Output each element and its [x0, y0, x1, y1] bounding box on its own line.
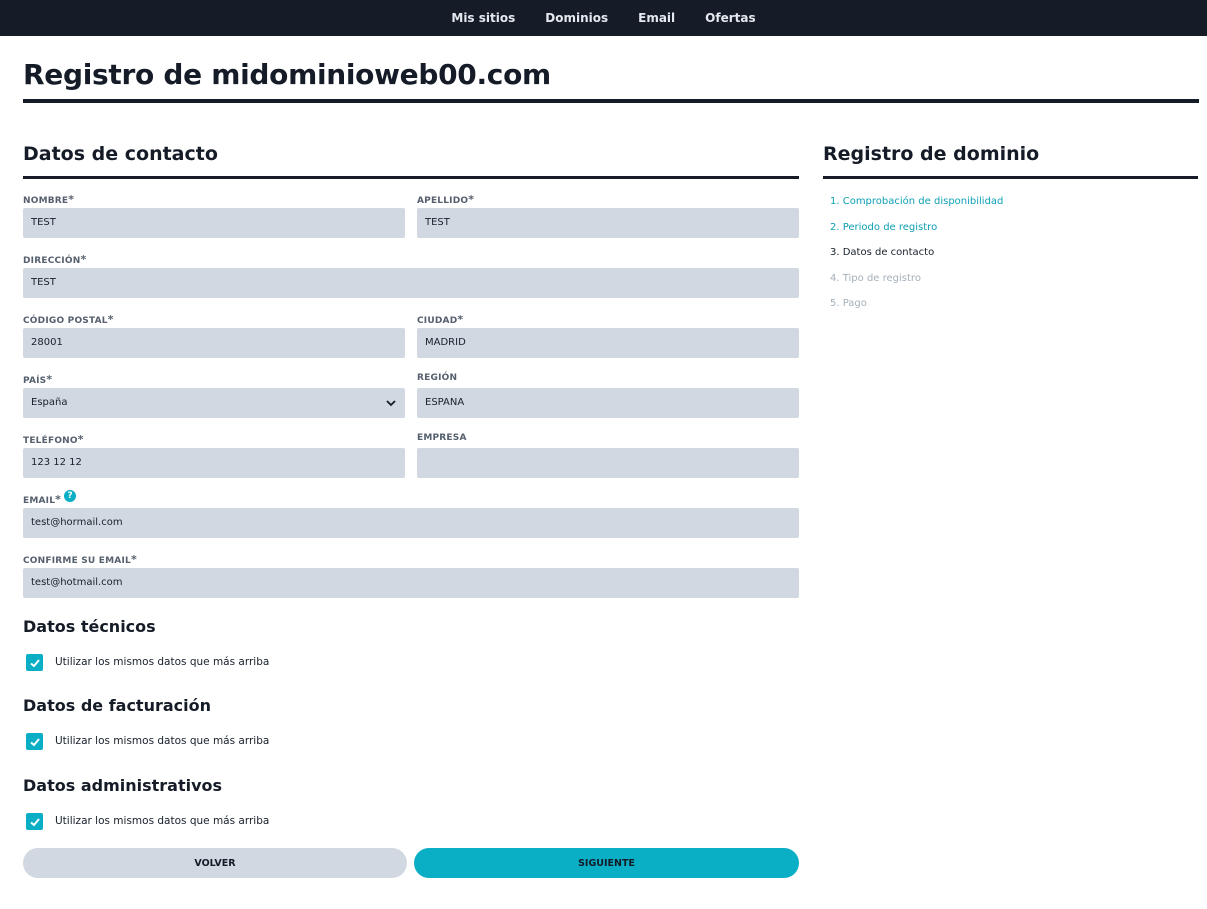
nav-item-ofertas[interactable]: Ofertas: [705, 11, 755, 25]
region-input[interactable]: [417, 388, 799, 418]
check-icon: [29, 737, 40, 746]
telefono-label-text: TELÉFONO: [23, 436, 78, 446]
step-item: 4. Tipo de registro: [830, 272, 921, 284]
direccion-input[interactable]: [23, 268, 799, 298]
direccion-label: DIRECCIÓN*: [23, 253, 86, 266]
sidebar-title: Registro de dominio: [823, 143, 1040, 165]
title-divider: [23, 99, 1199, 103]
step-item[interactable]: 2. Periodo de registro: [830, 221, 1003, 247]
chevron-down-icon: [386, 400, 396, 407]
contact-section-divider: [23, 176, 799, 179]
ciudad-label: CIUDAD*: [417, 313, 463, 326]
page-title: Registro de midominioweb00.com: [23, 58, 551, 91]
check-icon: [29, 817, 40, 826]
apellido-label-text: APELLIDO: [417, 196, 469, 206]
facturacion-checkbox-label[interactable]: Utilizar los mismos datos que más arriba: [55, 735, 269, 747]
facturacion-checkbox[interactable]: [26, 733, 43, 750]
top-nav: Mis sitios Dominios Email Ofertas: [0, 0, 1207, 36]
tecnicos-title: Datos técnicos: [23, 617, 156, 636]
pais-select[interactable]: España: [23, 388, 405, 418]
region-label: REGIÓN: [417, 373, 458, 383]
required-mark: *: [457, 313, 464, 326]
email-label: EMAIL*: [23, 493, 61, 506]
confirm-email-label-text: CONFIRME SU EMAIL: [23, 556, 131, 566]
required-mark: *: [468, 193, 475, 206]
help-icon[interactable]: ?: [64, 490, 76, 502]
apellido-label: APELLIDO*: [417, 193, 474, 206]
back-button[interactable]: VOLVER: [23, 848, 407, 878]
required-mark: *: [80, 253, 87, 266]
ciudad-label-text: CIUDAD: [417, 316, 458, 326]
registration-steps: 1. Comprobación de disponibilidad 2. Per…: [830, 195, 1003, 323]
sidebar-divider: [823, 176, 1198, 179]
pais-label: PAÍS*: [23, 373, 52, 386]
nav-item-mis-sitios[interactable]: Mis sitios: [451, 11, 515, 25]
facturacion-title: Datos de facturación: [23, 696, 212, 715]
step-item: 3. Datos de contacto: [830, 247, 935, 258]
check-icon: [29, 658, 40, 667]
telefono-label: TELÉFONO*: [23, 433, 84, 446]
nombre-label: NOMBRE*: [23, 193, 74, 206]
administrativos-title: Datos administrativos: [23, 776, 223, 795]
email-label-text: EMAIL: [23, 496, 56, 506]
required-mark: *: [77, 433, 84, 446]
required-mark: *: [107, 313, 114, 326]
ciudad-input[interactable]: [417, 328, 799, 358]
required-mark: *: [130, 553, 137, 566]
nav-item-dominios[interactable]: Dominios: [545, 11, 608, 25]
apellido-input[interactable]: [417, 208, 799, 238]
required-mark: *: [68, 193, 75, 206]
tecnicos-checkbox[interactable]: [26, 654, 43, 671]
nav-item-email[interactable]: Email: [638, 11, 675, 25]
empresa-label: EMPRESA: [417, 433, 467, 443]
email-input[interactable]: [23, 508, 799, 538]
nombre-label-text: NOMBRE: [23, 196, 69, 206]
tecnicos-checkbox-label[interactable]: Utilizar los mismos datos que más arriba: [55, 656, 269, 668]
administrativos-checkbox-label[interactable]: Utilizar los mismos datos que más arriba: [55, 815, 269, 827]
pais-label-text: PAÍS: [23, 376, 47, 386]
direccion-label-text: DIRECCIÓN: [23, 256, 81, 266]
step-item[interactable]: 1. Comprobación de disponibilidad: [830, 195, 1003, 221]
codigo-postal-label: CÓDIGO POSTAL*: [23, 313, 114, 326]
step-item: 5. Pago: [830, 298, 867, 309]
empresa-input[interactable]: [417, 448, 799, 478]
required-mark: *: [46, 373, 53, 386]
required-mark: *: [55, 493, 62, 506]
administrativos-checkbox[interactable]: [26, 813, 43, 830]
nombre-input[interactable]: [23, 208, 405, 238]
confirm-email-label: CONFIRME SU EMAIL*: [23, 553, 137, 566]
next-button[interactable]: SIGUIENTE: [414, 848, 799, 878]
confirm-email-input[interactable]: [23, 568, 799, 598]
contact-section-title: Datos de contacto: [23, 143, 218, 165]
pais-selected-value: España: [31, 397, 68, 408]
codigo-postal-label-text: CÓDIGO POSTAL: [23, 316, 108, 326]
codigo-postal-input[interactable]: [23, 328, 405, 358]
telefono-input[interactable]: [23, 448, 405, 478]
